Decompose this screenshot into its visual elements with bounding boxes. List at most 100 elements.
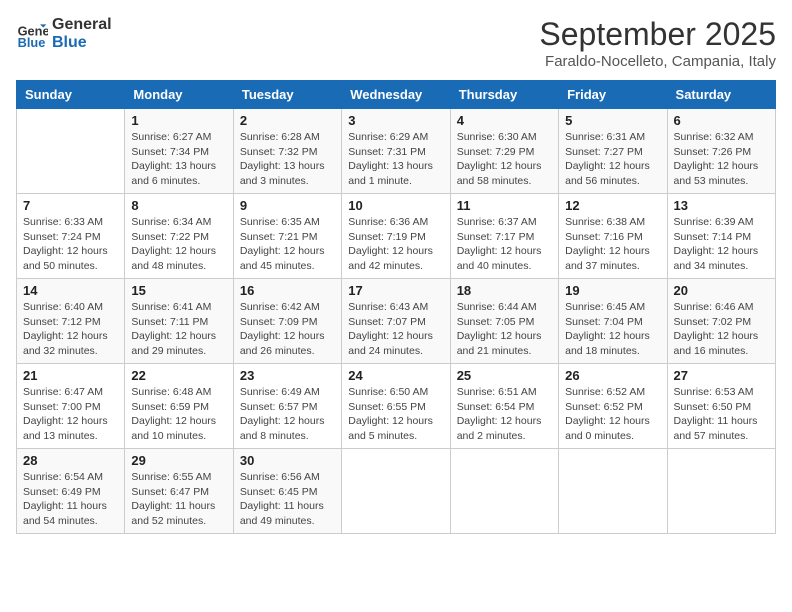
day-detail: Sunrise: 6:36 AMSunset: 7:19 PMDaylight:… bbox=[348, 215, 443, 274]
calendar-cell: 23 Sunrise: 6:49 AMSunset: 6:57 PMDayligh… bbox=[233, 364, 341, 449]
day-number: 21 bbox=[23, 368, 118, 383]
day-number: 1 bbox=[131, 113, 226, 128]
calendar-cell: 6 Sunrise: 6:32 AMSunset: 7:26 PMDaylight… bbox=[667, 109, 775, 194]
day-number: 29 bbox=[131, 453, 226, 468]
calendar-cell: 9 Sunrise: 6:35 AMSunset: 7:21 PMDaylight… bbox=[233, 194, 341, 279]
col-header-friday: Friday bbox=[559, 81, 667, 109]
day-number: 2 bbox=[240, 113, 335, 128]
day-number: 14 bbox=[23, 283, 118, 298]
day-number: 10 bbox=[348, 198, 443, 213]
calendar-cell bbox=[17, 109, 125, 194]
day-detail: Sunrise: 6:45 AMSunset: 7:04 PMDaylight:… bbox=[565, 300, 660, 359]
day-detail: Sunrise: 6:38 AMSunset: 7:16 PMDaylight:… bbox=[565, 215, 660, 274]
calendar-cell: 17 Sunrise: 6:43 AMSunset: 7:07 PMDayligh… bbox=[342, 279, 450, 364]
calendar-cell: 7 Sunrise: 6:33 AMSunset: 7:24 PMDaylight… bbox=[17, 194, 125, 279]
calendar-cell: 20 Sunrise: 6:46 AMSunset: 7:02 PMDayligh… bbox=[667, 279, 775, 364]
day-detail: Sunrise: 6:32 AMSunset: 7:26 PMDaylight:… bbox=[674, 130, 769, 189]
day-detail: Sunrise: 6:51 AMSunset: 6:54 PMDaylight:… bbox=[457, 385, 552, 444]
col-header-saturday: Saturday bbox=[667, 81, 775, 109]
calendar-cell: 16 Sunrise: 6:42 AMSunset: 7:09 PMDayligh… bbox=[233, 279, 341, 364]
day-detail: Sunrise: 6:34 AMSunset: 7:22 PMDaylight:… bbox=[131, 215, 226, 274]
page-header: General Blue General Blue September 2025… bbox=[16, 16, 776, 70]
day-detail: Sunrise: 6:46 AMSunset: 7:02 PMDaylight:… bbox=[674, 300, 769, 359]
day-detail: Sunrise: 6:31 AMSunset: 7:27 PMDaylight:… bbox=[565, 130, 660, 189]
day-number: 19 bbox=[565, 283, 660, 298]
day-number: 8 bbox=[131, 198, 226, 213]
day-detail: Sunrise: 6:35 AMSunset: 7:21 PMDaylight:… bbox=[240, 215, 335, 274]
calendar-cell: 19 Sunrise: 6:45 AMSunset: 7:04 PMDayligh… bbox=[559, 279, 667, 364]
calendar-table: SundayMondayTuesdayWednesdayThursdayFrid… bbox=[16, 80, 776, 534]
day-detail: Sunrise: 6:44 AMSunset: 7:05 PMDaylight:… bbox=[457, 300, 552, 359]
calendar-header-row: SundayMondayTuesdayWednesdayThursdayFrid… bbox=[17, 81, 776, 109]
day-detail: Sunrise: 6:42 AMSunset: 7:09 PMDaylight:… bbox=[240, 300, 335, 359]
day-number: 28 bbox=[23, 453, 118, 468]
calendar-cell: 13 Sunrise: 6:39 AMSunset: 7:14 PMDayligh… bbox=[667, 194, 775, 279]
calendar-cell: 30 Sunrise: 6:56 AMSunset: 6:45 PMDayligh… bbox=[233, 449, 341, 534]
day-detail: Sunrise: 6:54 AMSunset: 6:49 PMDaylight:… bbox=[23, 470, 118, 529]
calendar-cell: 24 Sunrise: 6:50 AMSunset: 6:55 PMDayligh… bbox=[342, 364, 450, 449]
calendar-cell: 12 Sunrise: 6:38 AMSunset: 7:16 PMDayligh… bbox=[559, 194, 667, 279]
day-number: 4 bbox=[457, 113, 552, 128]
day-detail: Sunrise: 6:29 AMSunset: 7:31 PMDaylight:… bbox=[348, 130, 443, 189]
day-detail: Sunrise: 6:56 AMSunset: 6:45 PMDaylight:… bbox=[240, 470, 335, 529]
day-number: 22 bbox=[131, 368, 226, 383]
title-section: September 2025 Faraldo-Nocelleto, Campan… bbox=[539, 16, 776, 70]
day-number: 25 bbox=[457, 368, 552, 383]
day-number: 17 bbox=[348, 283, 443, 298]
logo-text-line1: General bbox=[52, 16, 112, 34]
day-number: 20 bbox=[674, 283, 769, 298]
logo-text-line2: Blue bbox=[52, 34, 112, 52]
calendar-cell: 29 Sunrise: 6:55 AMSunset: 6:47 PMDayligh… bbox=[125, 449, 233, 534]
calendar-cell: 22 Sunrise: 6:48 AMSunset: 6:59 PMDayligh… bbox=[125, 364, 233, 449]
day-detail: Sunrise: 6:27 AMSunset: 7:34 PMDaylight:… bbox=[131, 130, 226, 189]
calendar-cell: 21Sunrise: 6:47 AMSunset: 7:00 PMDayligh… bbox=[17, 364, 125, 449]
day-detail: Sunrise: 6:30 AMSunset: 7:29 PMDaylight:… bbox=[457, 130, 552, 189]
day-number: 15 bbox=[131, 283, 226, 298]
calendar-week-row: 21Sunrise: 6:47 AMSunset: 7:00 PMDayligh… bbox=[17, 364, 776, 449]
calendar-cell: 15 Sunrise: 6:41 AMSunset: 7:11 PMDayligh… bbox=[125, 279, 233, 364]
day-number: 23 bbox=[240, 368, 335, 383]
calendar-cell: 26 Sunrise: 6:52 AMSunset: 6:52 PMDayligh… bbox=[559, 364, 667, 449]
day-detail: Sunrise: 6:49 AMSunset: 6:57 PMDaylight:… bbox=[240, 385, 335, 444]
day-number: 18 bbox=[457, 283, 552, 298]
col-header-thursday: Thursday bbox=[450, 81, 558, 109]
day-number: 5 bbox=[565, 113, 660, 128]
svg-text:Blue: Blue bbox=[18, 34, 46, 49]
day-detail: Sunrise: 6:52 AMSunset: 6:52 PMDaylight:… bbox=[565, 385, 660, 444]
calendar-cell: 8 Sunrise: 6:34 AMSunset: 7:22 PMDaylight… bbox=[125, 194, 233, 279]
day-detail: Sunrise: 6:48 AMSunset: 6:59 PMDaylight:… bbox=[131, 385, 226, 444]
day-number: 26 bbox=[565, 368, 660, 383]
col-header-monday: Monday bbox=[125, 81, 233, 109]
day-number: 12 bbox=[565, 198, 660, 213]
day-number: 11 bbox=[457, 198, 552, 213]
day-detail: Sunrise: 6:33 AMSunset: 7:24 PMDaylight:… bbox=[23, 215, 118, 274]
col-header-sunday: Sunday bbox=[17, 81, 125, 109]
calendar-cell: 28 Sunrise: 6:54 AMSunset: 6:49 PMDayligh… bbox=[17, 449, 125, 534]
calendar-cell: 5 Sunrise: 6:31 AMSunset: 7:27 PMDaylight… bbox=[559, 109, 667, 194]
calendar-cell: 14 Sunrise: 6:40 AMSunset: 7:12 PMDayligh… bbox=[17, 279, 125, 364]
day-detail: Sunrise: 6:50 AMSunset: 6:55 PMDaylight:… bbox=[348, 385, 443, 444]
day-number: 16 bbox=[240, 283, 335, 298]
day-number: 24 bbox=[348, 368, 443, 383]
day-detail: Sunrise: 6:53 AMSunset: 6:50 PMDaylight:… bbox=[674, 385, 769, 444]
logo-icon: General Blue bbox=[16, 18, 48, 50]
calendar-cell: 18 Sunrise: 6:44 AMSunset: 7:05 PMDayligh… bbox=[450, 279, 558, 364]
day-detail: Sunrise: 6:41 AMSunset: 7:11 PMDaylight:… bbox=[131, 300, 226, 359]
day-detail: Sunrise: 6:55 AMSunset: 6:47 PMDaylight:… bbox=[131, 470, 226, 529]
day-detail: Sunrise: 6:43 AMSunset: 7:07 PMDaylight:… bbox=[348, 300, 443, 359]
col-header-wednesday: Wednesday bbox=[342, 81, 450, 109]
day-number: 9 bbox=[240, 198, 335, 213]
day-number: 30 bbox=[240, 453, 335, 468]
day-detail: Sunrise: 6:39 AMSunset: 7:14 PMDaylight:… bbox=[674, 215, 769, 274]
day-number: 27 bbox=[674, 368, 769, 383]
day-detail: Sunrise: 6:40 AMSunset: 7:12 PMDaylight:… bbox=[23, 300, 118, 359]
calendar-week-row: 7 Sunrise: 6:33 AMSunset: 7:24 PMDaylight… bbox=[17, 194, 776, 279]
day-number: 7 bbox=[23, 198, 118, 213]
calendar-cell: 11 Sunrise: 6:37 AMSunset: 7:17 PMDayligh… bbox=[450, 194, 558, 279]
day-detail: Sunrise: 6:37 AMSunset: 7:17 PMDaylight:… bbox=[457, 215, 552, 274]
calendar-cell: 25 Sunrise: 6:51 AMSunset: 6:54 PMDayligh… bbox=[450, 364, 558, 449]
day-number: 13 bbox=[674, 198, 769, 213]
day-number: 6 bbox=[674, 113, 769, 128]
day-number: 3 bbox=[348, 113, 443, 128]
calendar-cell bbox=[667, 449, 775, 534]
